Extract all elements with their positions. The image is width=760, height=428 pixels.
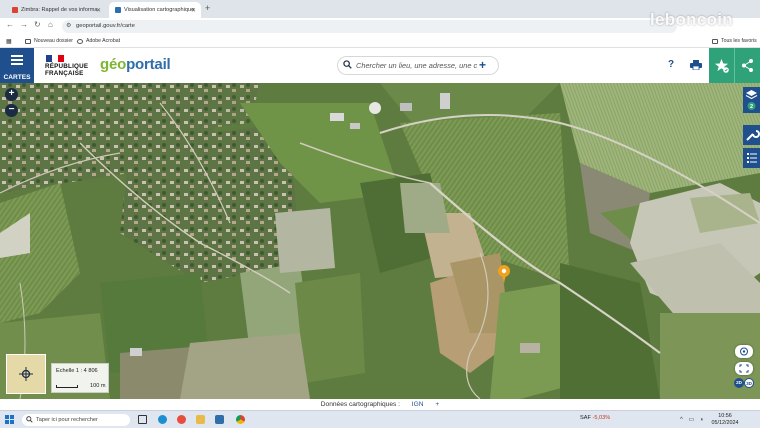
advanced-search-plus-button[interactable]: + [479, 58, 486, 72]
taskbar-clock[interactable]: 10:56 05/12/2024 [710, 413, 740, 427]
address-bar-row: ← → ↻ ⌂ ⚙ geoportail.gouv.fr/carte [0, 18, 760, 35]
scale-indicator: Echelle 1 : 4 806 100 m [51, 363, 109, 393]
fullscreen-button[interactable] [735, 362, 753, 375]
overview-minimap[interactable] [6, 354, 46, 394]
tab-zimbra[interactable]: Zimbra: Rappel de vos informa ✕ [6, 2, 106, 18]
scale-label: Echelle 1 : 4 806 [56, 368, 98, 374]
stock-change: -5,03% [592, 415, 611, 421]
close-tab-icon[interactable]: ✕ [191, 7, 196, 14]
aerial-map[interactable]: + − 2 Echelle 1: 4 806 100 m 2D 3D [0, 83, 760, 399]
windows-taskbar: Taper ici pour rechercher SAF -5,03% ^ ▭… [0, 410, 760, 428]
stock-name: SAF [580, 415, 591, 421]
site-info-icon[interactable]: ⚙ [66, 20, 71, 33]
list-icon [747, 153, 757, 163]
map-attribution: Données cartographiques : IGN + [0, 399, 760, 410]
adobe-acrobat-icon [77, 38, 83, 44]
crosshair-icon [19, 367, 33, 381]
bookmark-folder-new[interactable]: Nouveau dossier [25, 38, 73, 44]
republique-francaise-logo[interactable]: RÉPUBLIQUE FRANÇAISE [45, 63, 88, 77]
bookmark-label: Adobe Acrobat [86, 38, 121, 44]
chrome-icon[interactable] [236, 415, 245, 424]
reload-icon[interactable]: ↻ [34, 20, 41, 29]
new-tab-icon[interactable]: + [205, 3, 210, 13]
windows-start-icon[interactable] [5, 415, 14, 424]
star-icon [715, 59, 729, 73]
hamburger-icon [11, 55, 23, 65]
geolocate-button[interactable] [735, 345, 753, 358]
url-text: geoportail.gouv.fr/carte [76, 23, 135, 29]
system-tray[interactable]: ^ ▭ ◖ [680, 416, 705, 423]
view-2d-button[interactable]: 2D [734, 378, 744, 388]
scale-bar [56, 385, 78, 388]
layers-button[interactable]: 2 [743, 87, 760, 113]
close-tab-icon[interactable]: ✕ [96, 7, 101, 14]
scale-length: 100 m [90, 383, 106, 389]
taskbar-search-placeholder: Taper ici pour rechercher [36, 417, 98, 423]
taskbar-search-input[interactable]: Taper ici pour rechercher [22, 414, 130, 426]
fullscreen-icon [739, 364, 749, 373]
attribution-provider[interactable]: IGN [412, 401, 424, 408]
home-icon[interactable]: ⌂ [48, 20, 53, 29]
bookmark-label: Tous les favoris [721, 38, 757, 44]
folder-icon [712, 38, 718, 44]
legend-button[interactable] [743, 148, 760, 168]
cartes-label: CARTES [3, 74, 31, 81]
task-view-icon[interactable] [138, 415, 147, 424]
layers-count: 2 [750, 104, 753, 110]
edge-browser-icon[interactable] [158, 415, 167, 424]
bookmark-adobe[interactable]: Adobe Acrobat [77, 38, 120, 44]
zoom-out-button[interactable]: − [5, 104, 18, 117]
bookmark-label: Nouveau dossier [34, 38, 73, 44]
tools-button[interactable] [743, 125, 760, 145]
zoom-in-button[interactable]: + [5, 88, 18, 101]
view-3d-button[interactable]: 3D [744, 378, 754, 388]
file-explorer-icon[interactable] [196, 415, 205, 424]
search-input[interactable]: Chercher un lieu, une adresse, une c [338, 57, 498, 74]
bookmarks-bar: ▦ Nouveau dossier Adobe Acrobat Tous les… [0, 35, 760, 48]
republique-label: RÉPUBLIQUE [45, 63, 89, 70]
clock-time: 10:56 [718, 413, 732, 419]
layers-icon: 2 [745, 90, 758, 110]
logo-portail: portail [126, 56, 171, 73]
clock-date: 05/12/2024 [711, 420, 739, 426]
forward-icon[interactable]: → [20, 20, 28, 29]
apps-grid-icon[interactable]: ▦ [6, 38, 12, 45]
back-icon[interactable]: ← [6, 20, 14, 29]
geoportail-logo[interactable]: géoportail [100, 56, 171, 73]
tab-geoportail[interactable]: Visualisation cartographique ✕ [109, 2, 201, 18]
search-icon [26, 416, 33, 423]
leboncoin-watermark: leboncoin [650, 10, 733, 29]
all-bookmarks[interactable]: Tous les favoris [712, 38, 757, 44]
help-button[interactable]: ? [668, 59, 674, 70]
tab-label: Visualisation cartographique [124, 7, 195, 13]
app-icon[interactable] [177, 415, 186, 424]
aerial-imagery[interactable] [0, 83, 760, 399]
target-icon [740, 347, 748, 356]
zimbra-favicon-icon [12, 7, 18, 13]
share-button[interactable] [734, 48, 760, 83]
search-icon [343, 60, 352, 69]
geoportail-header: CARTES RÉPUBLIQUE FRANÇAISE géoportail C… [0, 48, 760, 83]
browser-tab-bar: Zimbra: Rappel de vos informa ✕ Visualis… [0, 0, 760, 18]
marianne-flag-icon [46, 55, 64, 62]
url-field[interactable]: ⚙ geoportail.gouv.fr/carte [62, 20, 677, 33]
favorites-button[interactable] [709, 48, 734, 83]
geoportail-favicon-icon [115, 7, 121, 13]
wrench-icon [746, 130, 760, 141]
francaise-label: FRANÇAISE [45, 70, 84, 77]
logo-geo: géo [100, 56, 127, 73]
print-icon[interactable] [690, 60, 702, 70]
stock-widget[interactable]: SAF -5,03% [580, 415, 610, 421]
attribution-text: Données cartographiques : [320, 401, 400, 408]
mail-icon[interactable] [215, 415, 224, 424]
attribution-expand-icon[interactable]: + [435, 401, 439, 408]
folder-icon [25, 38, 31, 44]
tab-label: Zimbra: Rappel de vos informa [21, 7, 98, 13]
cartes-menu-button[interactable]: CARTES [0, 48, 34, 83]
map-tools-panel: 2 [743, 87, 760, 170]
share-icon [742, 59, 753, 72]
